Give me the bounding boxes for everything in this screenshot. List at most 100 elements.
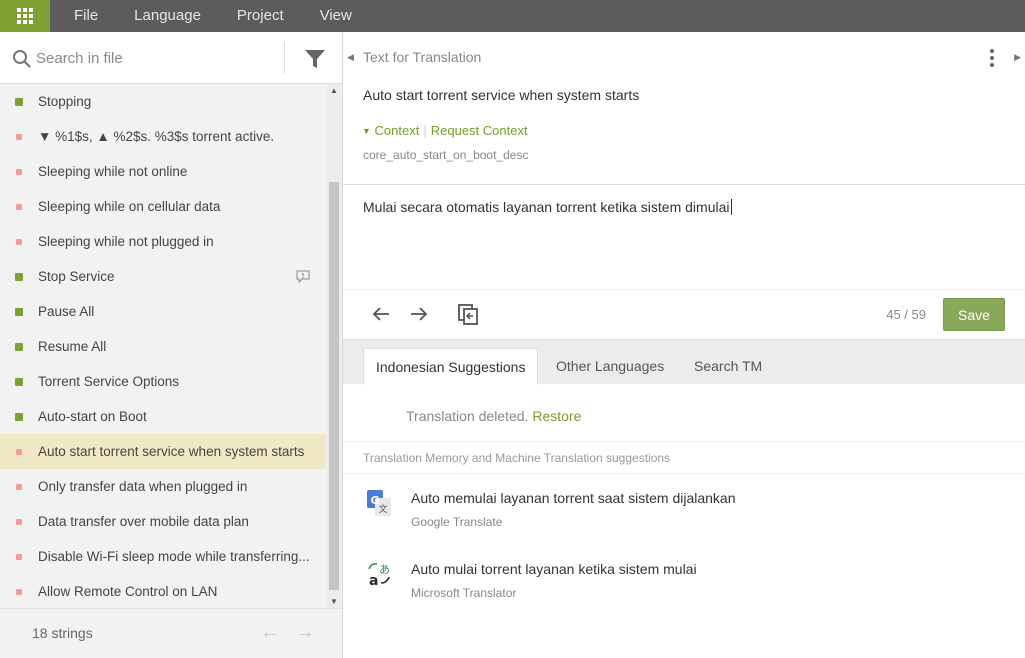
string-row-label: Sleeping while not plugged in [38, 234, 214, 249]
search-bar [0, 32, 342, 84]
untranslated-status-icon [16, 169, 22, 175]
string-row-label: Resume All [38, 339, 107, 354]
tm-section-title: Translation Memory and Machine Translati… [363, 451, 671, 465]
translated-status-icon [15, 343, 23, 351]
suggestion-item[interactable]: G 文 Auto memulai layanan torrent saat si… [343, 480, 1025, 548]
scroll-thumb[interactable] [329, 182, 339, 590]
svg-text:文: 文 [378, 503, 387, 515]
strings-count: 18 strings [32, 625, 93, 641]
next-page-arrow-icon[interactable]: → [295, 621, 315, 644]
untranslated-status-icon [16, 449, 22, 455]
menu-file[interactable]: File [62, 0, 110, 32]
untranslated-status-icon [16, 519, 22, 525]
previous-string-arrow-icon[interactable] [369, 302, 393, 326]
request-context-link[interactable]: Request Context [431, 123, 528, 138]
menu-view[interactable]: View [308, 0, 364, 32]
translated-status-icon [15, 413, 23, 421]
string-row[interactable]: Pause All [0, 294, 326, 329]
filter-icon[interactable] [304, 48, 326, 70]
string-row[interactable]: Sleeping while not online [0, 154, 326, 189]
string-row-label: Only transfer data when plugged in [38, 479, 248, 494]
string-row-label: Auto-start on Boot [38, 409, 147, 424]
untranslated-status-icon [16, 204, 22, 210]
untranslated-status-icon [16, 484, 22, 490]
menu-project[interactable]: Project [225, 0, 296, 32]
string-row-label: Disable Wi-Fi sleep mode while transferr… [38, 549, 310, 564]
scroll-up-arrow-icon[interactable]: ▲ [330, 86, 338, 95]
translation-text[interactable]: Mulai secara otomatis layanan torrent ke… [363, 199, 732, 215]
suggestion-text: Auto memulai layanan torrent saat sistem… [411, 490, 736, 506]
source-text: Auto start torrent service when system s… [363, 87, 640, 103]
text-caret [730, 199, 732, 215]
collapse-left-icon[interactable]: ◀ [347, 52, 354, 63]
save-button[interactable]: Save [943, 298, 1005, 331]
comment-icon[interactable] [296, 270, 310, 283]
string-row-label: Torrent Service Options [38, 374, 180, 389]
string-key: core_auto_start_on_boot_desc [363, 148, 529, 162]
context-toggle[interactable]: ▼ Context [362, 123, 419, 138]
translated-status-icon [15, 378, 23, 386]
string-row-label: ▼ %1$s, ▲ %2$s. %3$s torrent active. [38, 129, 275, 144]
tab-other-languages[interactable]: Other Languages [544, 348, 676, 385]
string-row[interactable]: Auto-start on Boot [0, 399, 326, 434]
svg-text:a: a [369, 573, 378, 587]
string-row[interactable]: Resume All [0, 329, 326, 364]
suggestion-source: Microsoft Translator [411, 586, 517, 600]
string-row-label: Data transfer over mobile data plan [38, 514, 249, 529]
string-row-label: Sleeping while on cellular data [38, 199, 221, 214]
context-separator: | [423, 123, 427, 138]
string-row[interactable]: Allow Remote Control on LAN [0, 574, 326, 608]
suggestion-text: Auto mulai torrent layanan ketika sistem… [411, 561, 697, 577]
restore-link[interactable]: Restore [532, 408, 581, 424]
tab-indonesian-suggestions[interactable]: Indonesian Suggestions [363, 348, 539, 385]
string-row[interactable]: Sleeping while not plugged in [0, 224, 326, 259]
translation-value: Mulai secara otomatis layanan torrent ke… [363, 199, 730, 215]
string-row[interactable]: Auto start torrent service when system s… [0, 434, 326, 469]
menu-language[interactable]: Language [122, 0, 213, 32]
character-count: 45 / 59 [886, 307, 926, 322]
string-row[interactable]: Stopping [0, 84, 326, 119]
translated-status-icon [15, 308, 23, 316]
copy-source-icon[interactable] [456, 302, 480, 326]
translation-panel: ◀ Text for Translation ▶ Auto start torr… [343, 32, 1025, 658]
strings-panel: Stopping ▼ %1$s, ▲ %2$s. %3$s torrent act… [0, 32, 342, 658]
string-row[interactable]: Torrent Service Options [0, 364, 326, 399]
apps-grid-button[interactable] [0, 0, 50, 32]
string-row[interactable]: Only transfer data when plugged in [0, 469, 326, 504]
apps-grid-icon [17, 8, 33, 24]
string-row-label: Stop Service [38, 269, 115, 284]
string-row[interactable]: Stop Service [0, 259, 326, 294]
suggestion-source: Google Translate [411, 515, 503, 529]
untranslated-status-icon [16, 134, 22, 140]
string-row[interactable]: Disable Wi-Fi sleep mode while transferr… [0, 539, 326, 574]
strings-footer: 18 strings ← → [0, 608, 342, 658]
collapse-right-icon[interactable]: ▶ [1014, 52, 1021, 63]
tm-section-header: Translation Memory and Machine Translati… [343, 442, 1025, 474]
next-string-arrow-icon[interactable] [407, 302, 431, 326]
context-line: ▼ Context | Request Context [362, 123, 528, 138]
caret-down-icon: ▼ [362, 126, 371, 136]
deleted-message: Translation deleted. Restore [406, 408, 581, 424]
string-row[interactable]: Data transfer over mobile data plan [0, 504, 326, 539]
strings-scrollbar[interactable]: ▲ ▼ [327, 84, 341, 608]
suggestion-tabs: Indonesian Suggestions Other Languages S… [343, 339, 1025, 385]
untranslated-status-icon [16, 239, 22, 245]
string-row-label: Sleeping while not online [38, 164, 188, 179]
previous-page-arrow-icon[interactable]: ← [260, 621, 280, 644]
string-row[interactable]: ▼ %1$s, ▲ %2$s. %3$s torrent active. [0, 119, 326, 154]
source-header: ◀ Text for Translation ▶ [343, 32, 1025, 84]
tab-search-tm[interactable]: Search TM [682, 348, 774, 385]
string-row[interactable]: Sleeping while on cellular data [0, 189, 326, 224]
translation-editor[interactable]: Mulai secara otomatis layanan torrent ke… [343, 184, 1025, 290]
search-input[interactable] [36, 46, 276, 70]
editor-toolbar: 45 / 59 Save [343, 290, 1025, 339]
suggestion-item[interactable]: a あ Auto mulai torrent layanan ketika si… [343, 551, 1025, 619]
translated-status-icon [15, 273, 23, 281]
source-header-title: Text for Translation [363, 49, 482, 65]
top-menu-bar: File Language Project View [0, 0, 1025, 32]
more-options-icon[interactable] [989, 49, 995, 69]
scroll-down-arrow-icon[interactable]: ▼ [330, 597, 338, 606]
strings-list: Stopping ▼ %1$s, ▲ %2$s. %3$s torrent act… [0, 84, 326, 608]
string-row-label: Allow Remote Control on LAN [38, 584, 218, 599]
translated-status-icon [15, 98, 23, 106]
